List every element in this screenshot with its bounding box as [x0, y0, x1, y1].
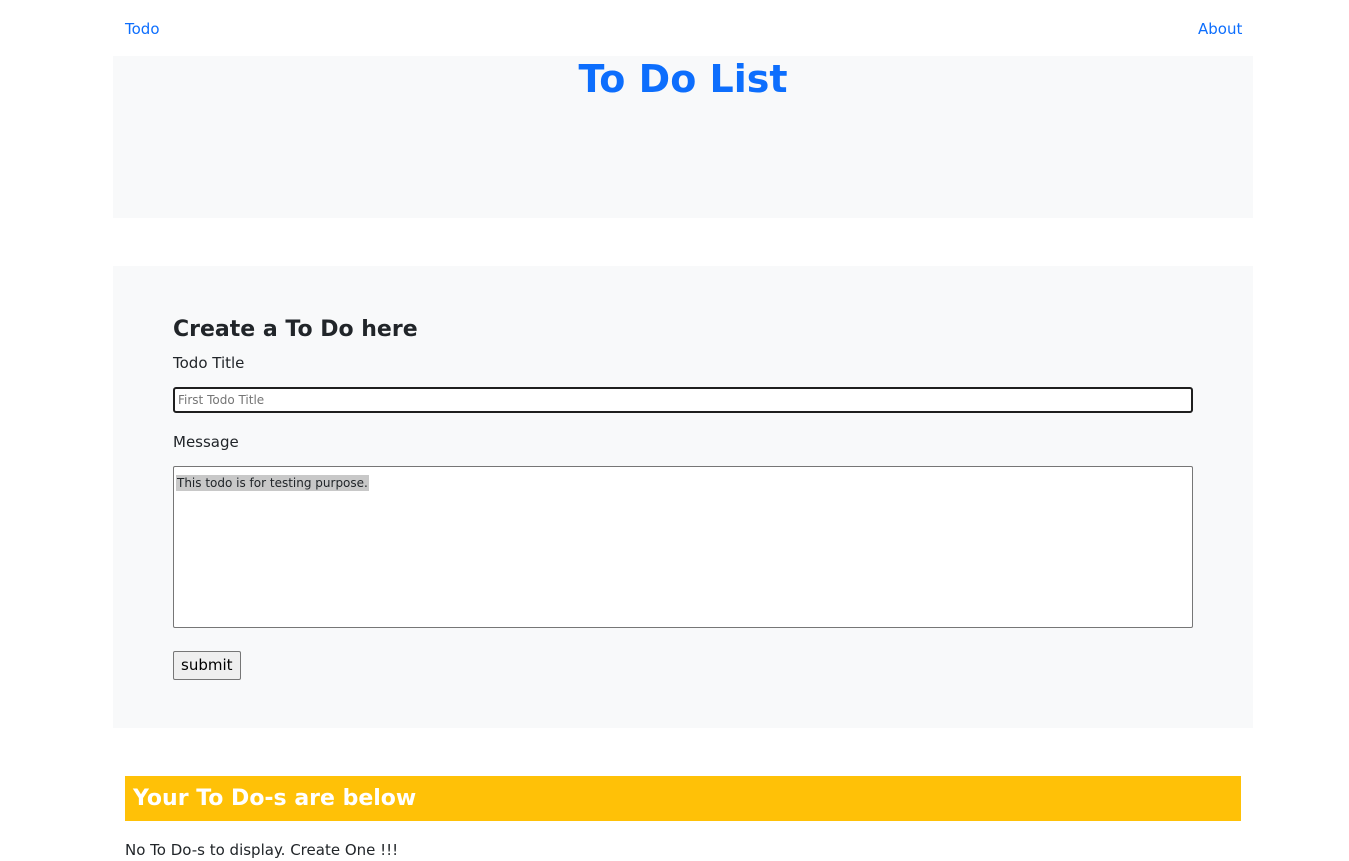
hero-banner: To Do List	[113, 56, 1253, 218]
nav-brand-link[interactable]: Todo	[125, 19, 160, 39]
form-heading: Create a To Do here	[173, 317, 418, 342]
empty-todos-message: No To Do-s to display. Create One !!!	[125, 841, 399, 859]
message-label: Message	[173, 433, 239, 451]
nav-about-link[interactable]: About	[1198, 19, 1242, 39]
navbar: Todo About	[0, 0, 1349, 56]
create-todo-form: Create a To Do here Todo Title Message T…	[113, 266, 1253, 728]
submit-button[interactable]: submit	[173, 651, 241, 680]
message-text: This todo is for testing purpose.	[176, 475, 369, 491]
message-textarea[interactable]: This todo is for testing purpose.	[173, 466, 1193, 628]
todos-banner: Your To Do-s are below	[125, 776, 1241, 821]
todo-title-label: Todo Title	[173, 354, 245, 372]
todos-heading: Your To Do-s are below	[133, 786, 417, 811]
todo-title-input[interactable]	[173, 387, 1193, 413]
page-title: To Do List	[578, 57, 788, 101]
